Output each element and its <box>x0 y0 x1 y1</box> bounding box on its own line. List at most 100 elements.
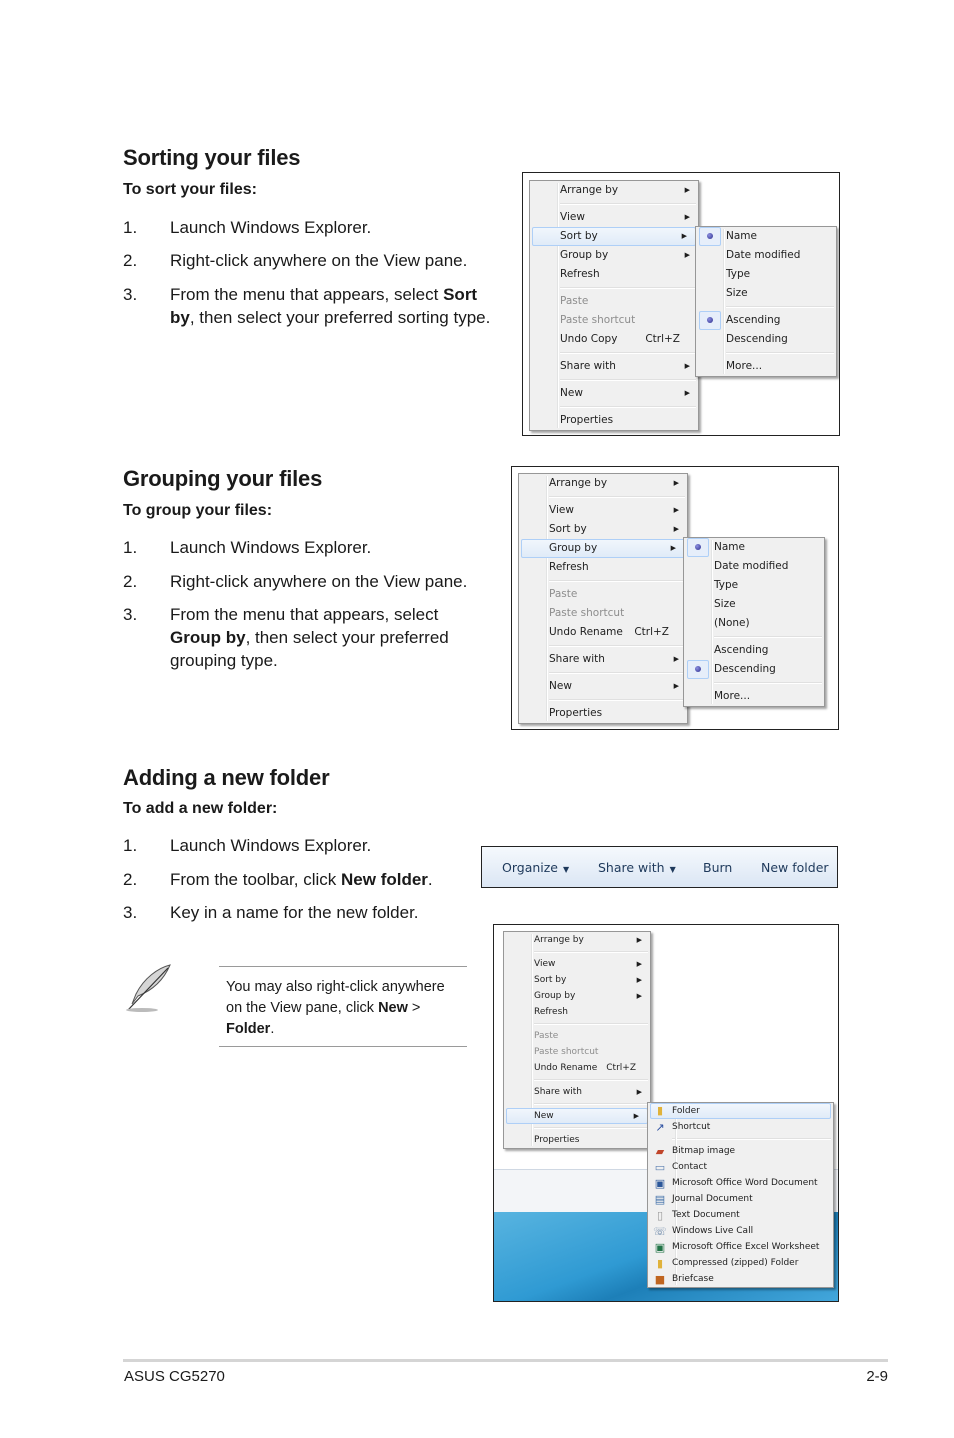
menu-item-refresh[interactable]: Refresh <box>504 1004 650 1020</box>
menu-item-view[interactable]: View ▶ <box>519 501 687 520</box>
submenu-item-type[interactable]: Type <box>696 265 836 284</box>
menu-item-group-by[interactable]: Group by ▶ <box>530 246 698 265</box>
phone-icon: ☏ <box>653 1225 667 1238</box>
submenu-item-text[interactable]: ▯ Text Document <box>648 1207 833 1223</box>
submenu-item-ascending[interactable]: Ascending <box>696 311 836 330</box>
submenu-item-contact[interactable]: ▭ Contact <box>648 1159 833 1175</box>
submenu-arrow-icon: ▶ <box>681 232 687 240</box>
menu-item-new[interactable]: New ▶ <box>506 1108 648 1124</box>
menu-item-undo[interactable]: Undo Rename Ctrl+Z <box>504 1060 650 1076</box>
menu-item-properties[interactable]: Properties <box>504 1132 650 1148</box>
menu-item-sort-by[interactable]: Sort by ▶ <box>532 227 696 246</box>
note-line: > <box>407 1000 421 1016</box>
menu-separator <box>726 306 834 308</box>
menu-item-sort-by[interactable]: Sort by ▶ <box>504 972 650 988</box>
submenu-item-zip[interactable]: ▮ Compressed (zipped) Folder <box>648 1255 833 1271</box>
burn-button[interactable]: Burn <box>703 860 732 875</box>
menu-item-undo[interactable]: Undo Rename Ctrl+Z <box>519 623 687 642</box>
screenshot-new-menu: Arrange by ▶ View ▶ Sort by ▶ Group by ▶ Ref… <box>493 924 839 1302</box>
menu-item-paste: Paste <box>534 1031 559 1041</box>
menu-item-paste: Paste <box>560 295 589 307</box>
step-text-part: From the toolbar, click <box>170 870 342 889</box>
step-text: From the menu that appears, select Sort b… <box>170 283 515 329</box>
note-line: on the View pane, click <box>226 1000 379 1016</box>
submenu-item-briefcase[interactable]: ■ Briefcase <box>648 1271 833 1287</box>
radio-selected-icon <box>687 538 709 557</box>
organize-button[interactable]: Organize ▼ <box>502 860 569 875</box>
shortcut-label: Ctrl+Z <box>634 626 669 638</box>
menu-item-sort-by[interactable]: Sort by ▶ <box>519 520 687 539</box>
menu-separator <box>534 1127 648 1129</box>
menu-item-undo[interactable]: Undo Copy Ctrl+Z <box>530 330 698 349</box>
menu-separator <box>560 287 696 289</box>
menu-item-share-with[interactable]: Share with ▶ <box>530 357 698 376</box>
menu-item-arrange-by[interactable]: Arrange by ▶ <box>519 474 687 493</box>
submenu-item-excel[interactable]: ▣ Microsoft Office Excel Worksheet <box>648 1239 833 1255</box>
submenu-arrow-icon: ▶ <box>684 362 690 370</box>
menu-item-properties[interactable]: Properties <box>519 704 687 723</box>
submenu-arrow-icon: ▶ <box>636 1088 642 1096</box>
step-text: Key in a name for the new folder. <box>170 903 419 922</box>
step-text-part: , then select your preferred <box>245 628 449 647</box>
submenu-item-descending[interactable]: Descending <box>684 660 824 679</box>
menu-item-group-by[interactable]: Group by ▶ <box>504 988 650 1004</box>
menu-item-refresh[interactable]: Refresh <box>530 265 698 284</box>
submenu-item-name[interactable]: Name <box>684 538 824 557</box>
menu-separator <box>534 1023 648 1025</box>
menu-item-share-with[interactable]: Share with ▶ <box>504 1084 650 1100</box>
menu-item-refresh[interactable]: Refresh <box>519 558 687 577</box>
submenu-item-live-call[interactable]: ☏ Windows Live Call <box>648 1223 833 1239</box>
submenu-item-size[interactable]: Size <box>696 284 836 303</box>
submenu-arrow-icon: ▶ <box>673 655 679 663</box>
submenu-item-word[interactable]: ▣ Microsoft Office Word Document <box>648 1175 833 1191</box>
step-text: Right-click anywhere on the View pane. <box>170 572 468 591</box>
menu-separator <box>560 379 696 381</box>
step-number: 1. <box>123 836 138 855</box>
step-text: From the menu that appears, select Group … <box>170 603 500 672</box>
screenshot-sort-menu: Arrange by ▶ View ▶ Sort by ▶ Group by ▶ Ref… <box>522 172 840 436</box>
menu-item-view[interactable]: View ▶ <box>530 208 698 227</box>
shortcut-icon: ↗ <box>655 1121 665 1134</box>
menu-item-share-with[interactable]: Share with ▶ <box>519 650 687 669</box>
menu-item-paste: Paste <box>549 588 578 600</box>
submenu-item-none[interactable]: (None) <box>684 614 824 633</box>
submenu-item-date-modified[interactable]: Date modified <box>696 246 836 265</box>
menu-separator <box>534 951 648 953</box>
share-with-button[interactable]: Share with ▼ <box>598 860 676 875</box>
menu-item-arrange-by[interactable]: Arrange by ▶ <box>530 181 698 200</box>
submenu-item-ascending[interactable]: Ascending <box>684 641 824 660</box>
new-submenu: ▮ Folder ↗ Shortcut ▰ Bitmap image ▭ Contact… <box>647 1102 834 1288</box>
note-text: You may also right-click anywhere on the… <box>226 977 466 1040</box>
submenu-item-type[interactable]: Type <box>684 576 824 595</box>
submenu-item-shortcut[interactable]: ↗ Shortcut <box>648 1119 833 1135</box>
menu-separator <box>560 352 696 354</box>
submenu-item-folder[interactable]: ▮ Folder <box>650 1103 831 1119</box>
submenu-item-journal[interactable]: ▤ Journal Document <box>648 1191 833 1207</box>
menu-item-new[interactable]: New ▶ <box>530 384 698 403</box>
submenu-item-more[interactable]: More... <box>696 357 836 376</box>
menu-item-arrange-by[interactable]: Arrange by ▶ <box>504 932 650 948</box>
section-title-sorting: Sorting your files <box>123 145 301 170</box>
subtitle-sorting: To sort your files: <box>123 181 257 198</box>
submenu-item-date-modified[interactable]: Date modified <box>684 557 824 576</box>
submenu-arrow-icon: ▶ <box>673 682 679 690</box>
new-folder-button[interactable]: New folder <box>761 860 829 875</box>
submenu-arrow-icon: ▶ <box>684 389 690 397</box>
menu-separator <box>714 682 822 684</box>
submenu-item-name[interactable]: Name <box>696 227 836 246</box>
submenu-item-descending[interactable]: Descending <box>696 330 836 349</box>
menu-item-paste-shortcut: Paste shortcut <box>549 607 625 619</box>
menu-separator <box>549 645 685 647</box>
submenu-item-bitmap[interactable]: ▰ Bitmap image <box>648 1143 833 1159</box>
submenu-item-size[interactable]: Size <box>684 595 824 614</box>
menu-item-group-by[interactable]: Group by ▶ <box>521 539 685 558</box>
menu-item-new[interactable]: New ▶ <box>519 677 687 696</box>
submenu-arrow-icon: ▶ <box>670 544 676 552</box>
step-text-part: . <box>427 870 433 889</box>
submenu-arrow-icon: ▶ <box>636 992 642 1000</box>
menu-item-properties[interactable]: Properties <box>530 411 698 430</box>
submenu-item-more[interactable]: More... <box>684 687 824 706</box>
menu-item-view[interactable]: View ▶ <box>504 956 650 972</box>
submenu-arrow-icon: ▶ <box>684 251 690 259</box>
submenu-arrow-icon: ▶ <box>673 479 679 487</box>
